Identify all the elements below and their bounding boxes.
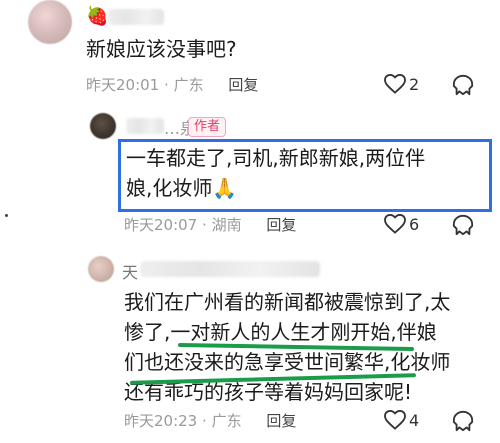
comment-line: 我们在广州看的新闻都被震惊到了,太 <box>124 290 451 314</box>
dislike-icon[interactable] <box>452 74 474 96</box>
comment-line: 们也还没来的急享受世间繁华,化妆师 <box>124 350 451 374</box>
comment-meta: 昨天20:07 · 湖南 回复 <box>124 216 297 234</box>
username-blurred[interactable] <box>108 9 164 25</box>
heart-icon[interactable] <box>384 74 406 94</box>
comment-line: 一车都走了,司机,新郎新娘,两位伴 <box>126 146 426 170</box>
comment-location: 广东 <box>173 76 204 94</box>
username-blurred[interactable] <box>140 261 320 277</box>
dislike-icon[interactable] <box>452 214 474 236</box>
heart-icon[interactable] <box>384 410 406 430</box>
comment-location: 湖南 <box>211 216 242 234</box>
edge-dot <box>5 214 8 217</box>
comment-line: 惨了,一对新人的人生才刚开始,伴娘 <box>124 320 437 344</box>
author-badge: 作者 <box>188 117 227 137</box>
avatar[interactable] <box>90 113 116 139</box>
reply-button[interactable]: 回复 <box>266 216 296 234</box>
reply-button[interactable]: 回复 <box>266 412 296 430</box>
comment-time: 昨天20:23 <box>124 412 198 430</box>
like-count: 2 <box>409 75 420 94</box>
avatar[interactable] <box>28 0 72 44</box>
dislike-icon[interactable] <box>452 410 474 432</box>
comment-text: 一车都走了,司机,新郎新娘,两位伴 娘,化妆师🙏 <box>126 143 425 203</box>
reply-button[interactable]: 回复 <box>228 76 258 94</box>
comment-time: 昨天20:01 <box>86 76 160 94</box>
comment-time: 昨天20:07 <box>124 216 198 234</box>
heart-icon[interactable] <box>384 214 406 234</box>
avatar[interactable] <box>88 256 114 282</box>
comment-line: 娘,化妆师🙏 <box>126 176 238 200</box>
comment-meta: 昨天20:23 · 广东 回复 <box>124 412 297 430</box>
username-fragment: 天 <box>122 263 139 282</box>
like-count: 6 <box>409 215 420 234</box>
like-count: 4 <box>409 411 420 430</box>
comment-text: 新娘应该没事吧? <box>86 37 237 61</box>
user-badge-icon: 🍓 <box>86 6 109 27</box>
comment-location: 广东 <box>211 412 242 430</box>
username-blurred[interactable] <box>126 118 164 134</box>
comment-meta: 昨天20:01 · 广东 回复 <box>86 76 259 94</box>
